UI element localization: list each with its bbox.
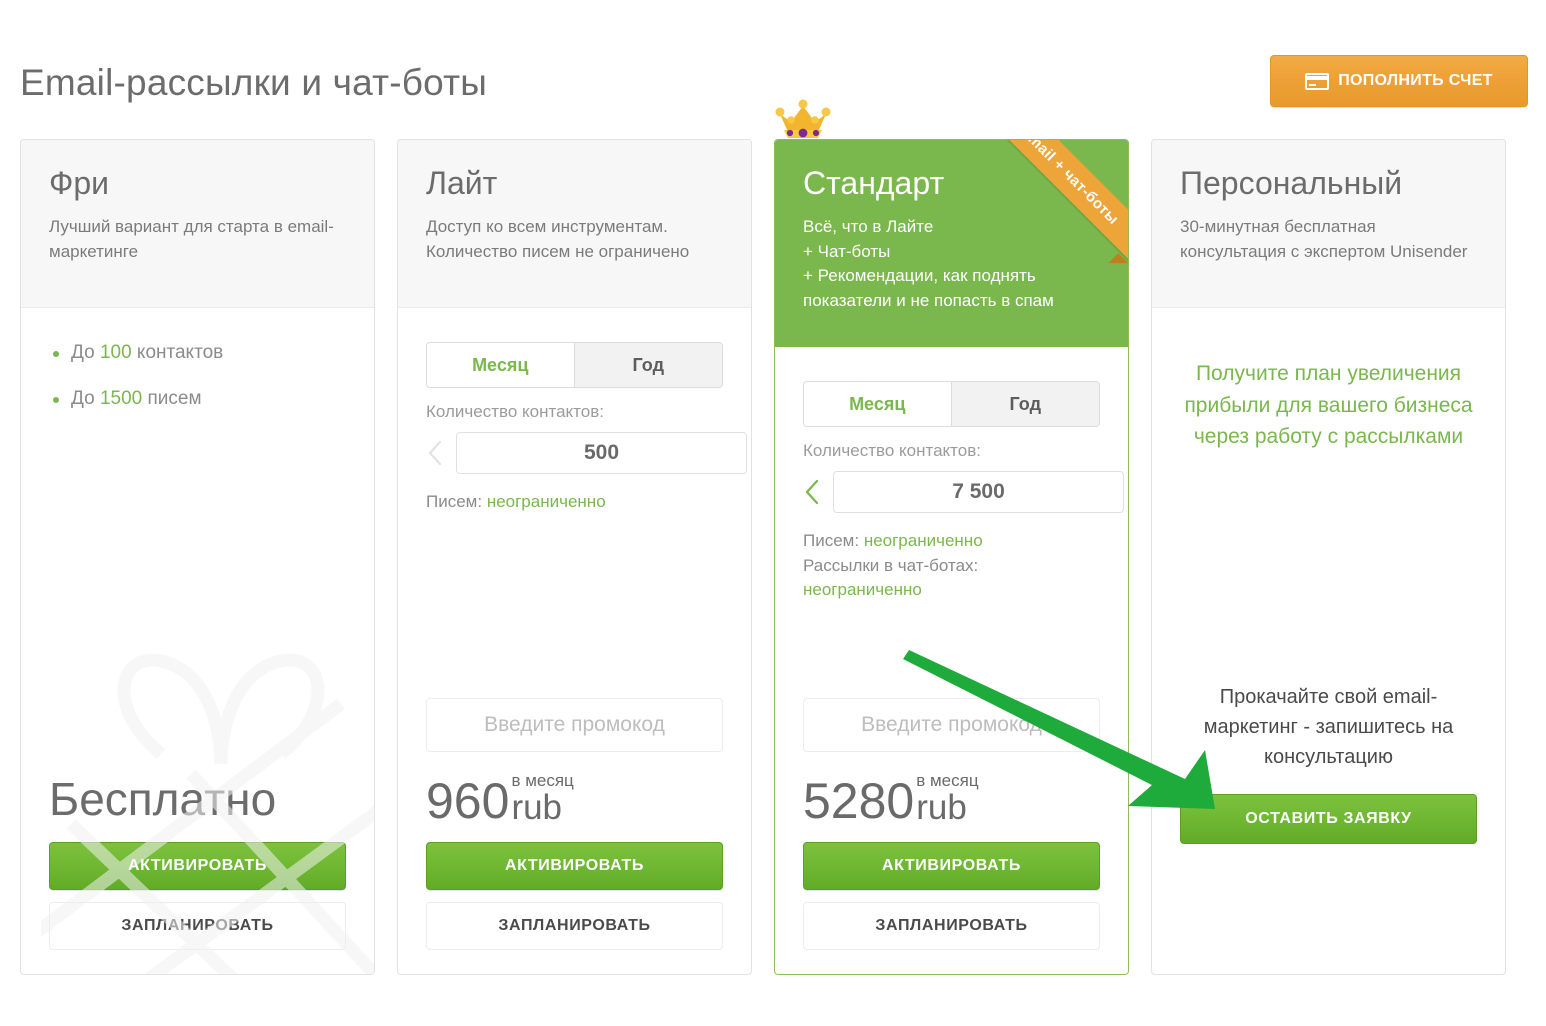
credit-card-icon — [1305, 72, 1330, 90]
contacts-label-standard: Количество контактов: — [803, 441, 981, 460]
price-amount: 960 — [426, 773, 510, 829]
plan-body-light: Месяц Год Количество контактов: Писем: н… — [398, 308, 751, 974]
promo-code-input-light[interactable] — [426, 698, 723, 752]
schedule-button-light[interactable]: ЗАПЛАНИРОВАТЬ — [426, 902, 723, 950]
plan-header-personal: Персональный 30-минутная бесплатная конс… — [1152, 140, 1505, 308]
limit-value: неограниченно — [863, 531, 983, 550]
plan-name-standard: Стандарт — [803, 165, 945, 201]
feature-item: До 100 контактов — [53, 342, 346, 364]
personal-note-text: Прокачайте свой email-маркетинг - запиши… — [1203, 686, 1454, 768]
schedule-button-standard[interactable]: ЗАПЛАНИРОВАТЬ — [803, 902, 1100, 950]
limit-row: Писем: неограниченно — [803, 529, 1100, 554]
feature-item: До 1500 писем — [53, 388, 346, 410]
period-option-month-light[interactable]: Месяц — [427, 343, 575, 387]
feature-value: 1500 — [99, 388, 143, 409]
plan-price-standard: 5280 в месяц rub — [803, 764, 1100, 826]
plan-card-light: Лайт Доступ ко всем инструментам. Количе… — [397, 139, 752, 975]
activate-button-standard[interactable]: АКТИВИРОВАТЬ — [803, 842, 1100, 890]
limit-row: Рассылки в чат-ботах: — [803, 554, 1100, 579]
plan-card-standard: Стандарт Всё, что в Лайте + Чат-боты + Р… — [774, 99, 1129, 975]
plan-price-free: Бесплатно — [49, 773, 277, 825]
feature-prefix: До — [71, 342, 100, 363]
plan-description-personal: 30-минутная бесплатная консультация с эк… — [1180, 217, 1468, 261]
plan-header-free: Фри Лучший вариант для старта в email-ма… — [21, 140, 374, 308]
feature-suffix: контактов — [131, 342, 224, 363]
contacts-stepper-standard — [803, 471, 1124, 513]
limits-light: Писем: неограниченно — [426, 490, 723, 515]
billing-period-toggle-standard[interactable]: Месяц Год — [803, 381, 1100, 427]
limit-label: Писем: — [803, 531, 864, 550]
promo-code-input-standard[interactable] — [803, 698, 1100, 752]
price-period: в месяц — [511, 771, 574, 790]
period-option-year-standard[interactable]: Год — [951, 382, 1099, 426]
feature-list-free: До 100 контактов До 1500 писем — [49, 342, 346, 434]
leave-request-button[interactable]: ОСТАВИТЬ ЗАЯВКУ — [1180, 794, 1477, 844]
contacts-stepper-light — [426, 432, 747, 474]
feature-suffix: писем — [142, 388, 202, 409]
activate-button-light[interactable]: АКТИВИРОВАТЬ — [426, 842, 723, 890]
plan-description-standard: Всё, что в Лайте + Чат-боты + Рекомендац… — [803, 217, 1054, 311]
plan-price-light: 960 в месяц rub — [426, 764, 723, 826]
plan-description-free: Лучший вариант для старта в email-маркет… — [49, 217, 334, 261]
plan-description-light: Доступ ко всем инструментам. Количество … — [426, 217, 690, 261]
plan-body-personal: Получите план увеличения прибыли для ваш… — [1152, 308, 1505, 974]
plan-card-personal: Персональный 30-минутная бесплатная конс… — [1151, 139, 1506, 975]
chevron-left-icon[interactable] — [426, 438, 444, 468]
topup-balance-button[interactable]: ПОПОЛНИТЬ СЧЕТ — [1270, 55, 1528, 107]
limit-label: Писем: — [426, 492, 487, 511]
contacts-input-light[interactable] — [456, 432, 747, 474]
plan-card-free: Фри Лучший вариант для старта в email-ма… — [20, 139, 375, 975]
limit-value: неограниченно — [486, 492, 606, 511]
activate-button-free[interactable]: АКТИВИРОВАТЬ — [49, 842, 346, 890]
feature-value: 100 — [99, 342, 132, 363]
billing-period-toggle-light[interactable]: Месяц Год — [426, 342, 723, 388]
price-currency: rub — [511, 788, 563, 827]
period-option-month-standard[interactable]: Месяц — [804, 382, 952, 426]
plan-body-standard: Месяц Год Количество контактов: Писем: н… — [775, 347, 1128, 974]
limit-row: Писем: неограниченно — [426, 490, 723, 515]
topup-balance-label: ПОПОЛНИТЬ СЧЕТ — [1338, 72, 1493, 89]
period-option-year-light[interactable]: Год — [574, 343, 722, 387]
page-title: Email-рассылки и чат-боты — [20, 62, 488, 103]
schedule-button-free[interactable]: ЗАПЛАНИРОВАТЬ — [49, 902, 346, 950]
price-currency: rub — [916, 788, 967, 827]
bottom-spacer — [1180, 844, 1477, 950]
price-currency-block: в месяц rub — [916, 772, 978, 826]
plan-name-light: Лайт — [426, 165, 498, 201]
plan-header-light: Лайт Доступ ко всем инструментам. Количе… — [398, 140, 751, 308]
limit-value: неограниченно — [803, 580, 922, 600]
plan-name-personal: Персональный — [1180, 165, 1403, 201]
price-currency-block: в месяц rub — [511, 772, 573, 826]
price-amount: 5280 — [803, 773, 915, 829]
feature-prefix: До — [71, 388, 100, 409]
pricing-page: Email-рассылки и чат-боты ПОПОЛНИТЬ СЧЕТ… — [0, 0, 1546, 1026]
plan-card-list: Фри Лучший вариант для старта в email-ма… — [20, 99, 1528, 975]
page-header: Email-рассылки и чат-боты ПОПОЛНИТЬ СЧЕТ — [0, 0, 1546, 140]
contacts-label-light: Количество контактов: — [426, 402, 604, 421]
plan-body-free: До 100 контактов До 1500 писем Бесплатно… — [21, 308, 374, 974]
plan-header-standard: Стандарт Всё, что в Лайте + Чат-боты + Р… — [775, 140, 1128, 347]
plan-name-free: Фри — [49, 165, 109, 201]
price-period: в месяц — [916, 771, 979, 790]
personal-lead-text: Получите план увеличения прибыли для ваш… — [1184, 362, 1473, 448]
limit-label: Рассылки в чат-ботах: — [803, 555, 979, 575]
limits-standard: Писем: неограниченно Рассылки в чат-бота… — [803, 529, 1100, 603]
ribbon-tail-right — [1108, 253, 1128, 274]
chevron-left-icon[interactable] — [803, 477, 821, 507]
contacts-input-standard[interactable] — [833, 471, 1124, 513]
